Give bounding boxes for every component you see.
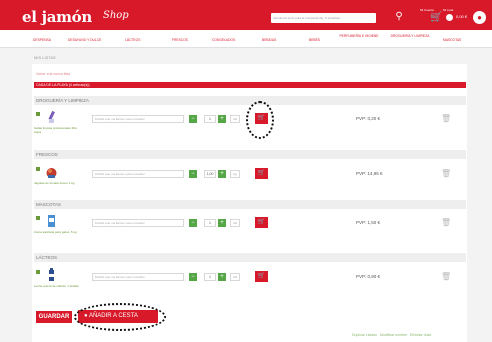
decrease-qty-button[interactable]: − — [189, 170, 197, 178]
category-header: DROGUERÍA Y LIMPIEZA — [34, 96, 466, 105]
nav-item-frescos[interactable]: FRESCOS — [172, 38, 188, 42]
list-item: Leche entera de cabras, 1 botella Pedido… — [34, 265, 466, 301]
product-name[interactable]: Jagüete de tomate fresco 1 kg — [34, 181, 80, 185]
comment-input[interactable]: Pedido que me llamen para consultar — [92, 219, 184, 227]
brand-logo[interactable]: el jamón — [22, 8, 92, 26]
item-checkbox[interactable] — [36, 270, 40, 274]
trash-icon[interactable]: 🗑 — [441, 272, 451, 281]
decrease-qty-button[interactable]: − — [189, 115, 197, 123]
nav-item-despensa[interactable]: DESPENSA — [33, 38, 51, 42]
cart-add-icon: 🛒 — [257, 273, 266, 279]
highlight-circle-add-to-cart — [74, 303, 166, 331]
category-name: DROGUERÍA Y LIMPIEZA — [36, 98, 89, 103]
trash-icon[interactable]: 🗑 — [441, 169, 451, 178]
brand-script-logo: Shop — [103, 10, 129, 21]
nav-item-drogueria[interactable]: DROGUERÍA Y LIMPIEZA — [386, 34, 434, 38]
product-price: PVP: 0,20 € — [356, 116, 381, 121]
item-checkbox[interactable] — [36, 167, 40, 171]
list-item: Jagüete de tomate fresco 1 kg Pedido que… — [34, 162, 466, 198]
cart-add-icon: 🛒 — [257, 170, 266, 176]
category-name: MASCOTAS — [36, 202, 61, 207]
category-header: MASCOTAS — [34, 200, 466, 209]
category-header: FRESCOS — [34, 150, 466, 159]
quantity-field[interactable]: 1 — [204, 219, 216, 227]
add-to-cart-button[interactable]: 🛒 — [255, 217, 268, 228]
cart-icon[interactable]: 🛒 — [430, 11, 443, 24]
nav-item-congelados[interactable]: CONGELADOS — [212, 38, 235, 42]
product-price: PVP: 0,90 € — [356, 274, 381, 279]
top-header: el jamón Shop Mi Cuenta Mi Lista Introdu… — [0, 0, 492, 30]
product-image[interactable] — [46, 268, 57, 282]
user-icon[interactable]: ● — [473, 11, 486, 24]
quantity-field[interactable]: 1 — [204, 115, 216, 123]
comment-input[interactable]: Pedido que me llamen para consultar — [92, 273, 184, 281]
nav-item-bebidas[interactable]: BEBIDAS — [262, 38, 276, 42]
quantity-field[interactable]: 1,00 — [204, 170, 216, 178]
cart-add-icon: 🛒 — [257, 219, 266, 225]
product-name[interactable]: Gafas limpias profesionales 30u. Aqua — [34, 126, 80, 134]
unit-select[interactable]: Ud — [230, 219, 240, 227]
product-image[interactable] — [46, 110, 57, 124]
add-to-cart-button[interactable]: 🛒 — [255, 168, 268, 179]
list-title-bar: CASA DE LA PLAYA (4 artículo(s)) — [34, 82, 466, 88]
delete-list-link[interactable]: Eliminar Lista — [410, 333, 431, 337]
trash-icon[interactable]: 🗑 — [441, 114, 451, 123]
decrease-qty-button[interactable]: − — [189, 273, 197, 281]
unit-select[interactable]: Ud — [230, 273, 240, 281]
duplicate-list-link[interactable]: Duplicar Listado — [352, 333, 377, 337]
product-price: PVP: 1,50 € — [356, 220, 381, 225]
product-image[interactable] — [46, 214, 57, 228]
nav-item-mascotas[interactable]: MASCOTAS — [443, 38, 461, 42]
breadcrumb: MIS LISTAS — [34, 55, 56, 60]
quantity-field[interactable]: 1 — [204, 273, 216, 281]
increase-qty-button[interactable]: + — [218, 273, 226, 281]
comment-input[interactable]: Pedido que me llamen para consultar — [92, 115, 184, 123]
comment-input[interactable]: Pedido que me llamen para consultar — [92, 170, 184, 178]
nav-item-bebes[interactable]: BEBÉS — [309, 38, 320, 42]
footer-links: Duplicar Listado Modificar nombre Elimin… — [352, 333, 431, 337]
add-to-cart-button[interactable]: 🛒 — [255, 271, 268, 282]
product-name[interactable]: Leche entera de cabras, 1 botella — [34, 284, 80, 288]
trash-icon[interactable]: 🗑 — [441, 218, 451, 227]
item-checkbox[interactable] — [36, 112, 40, 116]
item-checkbox[interactable] — [36, 216, 40, 220]
nav-item-desayuno[interactable]: DESAYUNO Y DULCE — [68, 38, 101, 42]
rename-list-link[interactable]: Modificar nombre — [380, 333, 407, 337]
nav-item-lacteos[interactable]: LÁCTEOS — [125, 38, 140, 42]
highlight-circle-cart-button — [246, 101, 274, 139]
product-image[interactable] — [46, 165, 57, 179]
search-icon[interactable]: ⚲ — [392, 10, 406, 24]
product-price: PVP: 14,95 € — [356, 171, 383, 176]
category-name: FRESCOS — [36, 152, 58, 157]
main-nav: DESPENSA DESAYUNO Y DULCE LÁCTEOS FRESCO… — [0, 30, 492, 48]
save-button[interactable]: GUARDAR — [36, 311, 72, 323]
list-title: CASA DE LA PLAYA (4 artículo(s)) — [36, 83, 90, 87]
increase-qty-button[interactable]: + — [218, 170, 226, 178]
category-name: LÁCTEOS — [36, 255, 58, 260]
unit-select[interactable]: kg — [230, 170, 240, 178]
cart-total[interactable]: 0,00 € — [456, 14, 467, 19]
decrease-qty-button[interactable]: − — [189, 219, 197, 227]
increase-qty-button[interactable]: + — [218, 219, 226, 227]
product-name[interactable]: Arena sanitaria para gatos, 5 kg — [34, 230, 80, 234]
page: el jamón Shop Mi Cuenta Mi Lista Introdu… — [0, 0, 492, 342]
utility-link-list[interactable]: Mi Lista — [443, 8, 453, 12]
increase-qty-button[interactable]: + — [218, 115, 226, 123]
list-item: Arena sanitaria para gatos, 5 kg Pedido … — [34, 211, 466, 247]
cart-count-badge — [446, 14, 453, 21]
back-link[interactable]: Volver a la nueva lista — [36, 72, 70, 76]
nav-item-perfumeria[interactable]: PERFUMERÍA E HIGIENE — [333, 34, 385, 38]
unit-select[interactable]: Ud — [230, 115, 240, 123]
search-input[interactable]: Introduzca texto para la búsqueda (Ej.: … — [271, 13, 376, 23]
category-header: LÁCTEOS — [34, 253, 466, 262]
